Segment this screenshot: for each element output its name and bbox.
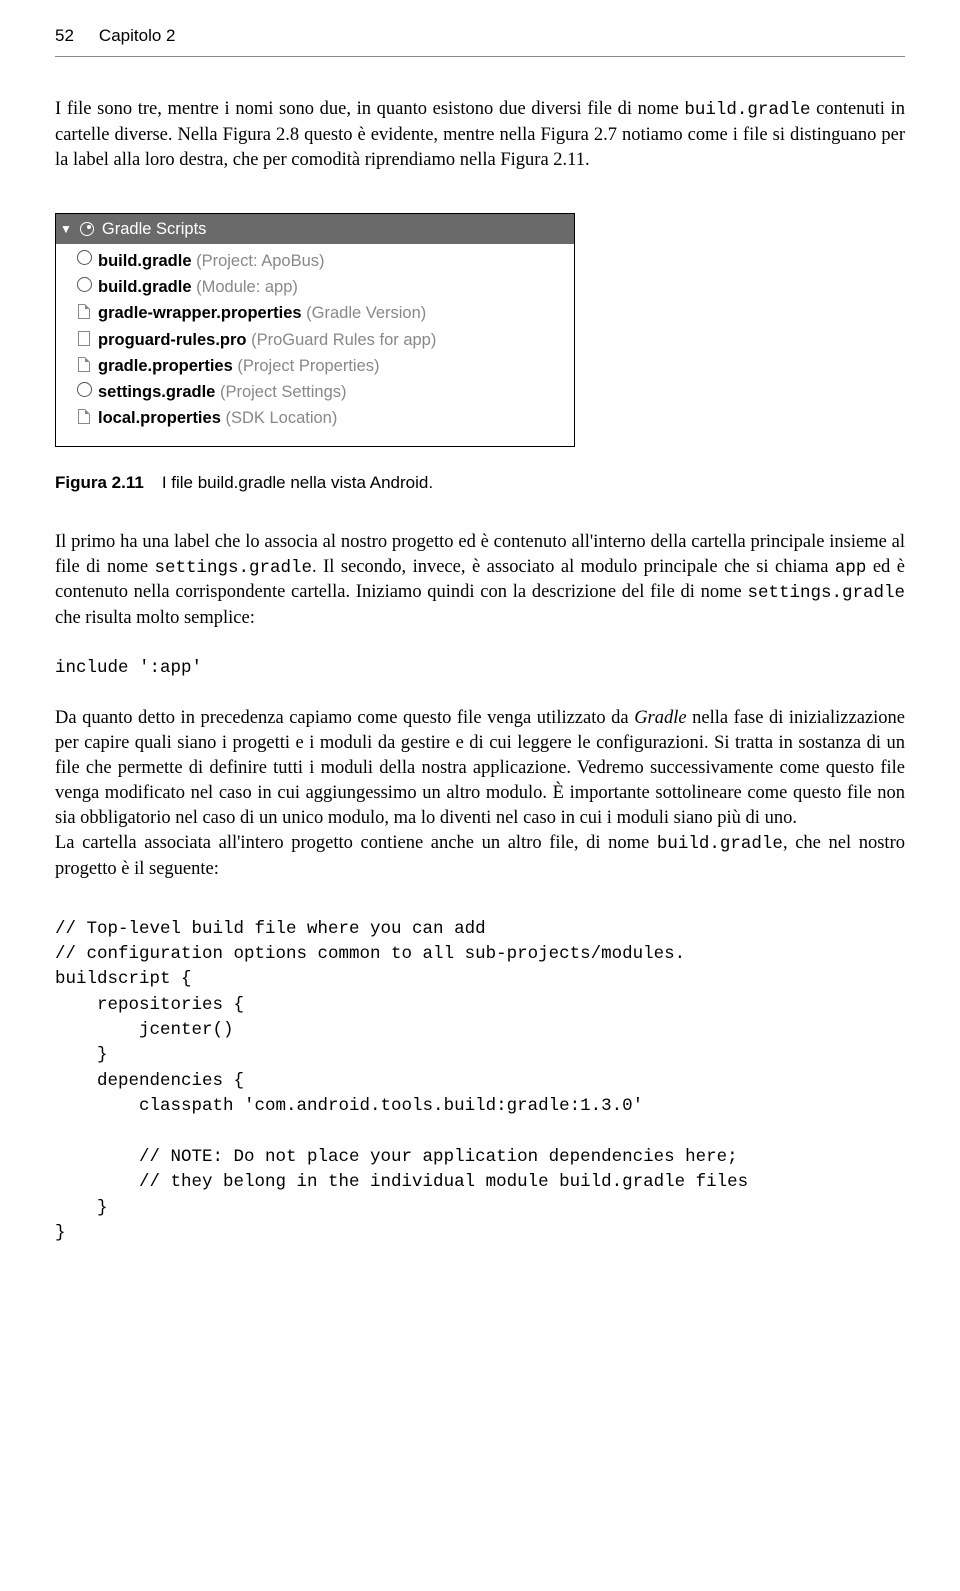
file-scope: (Project Properties) xyxy=(233,357,380,375)
properties-file-icon xyxy=(78,304,90,319)
list-item[interactable]: settings.gradle (Project Settings) xyxy=(56,379,574,405)
list-item[interactable]: proguard-rules.pro (ProGuard Rules for a… xyxy=(56,327,574,353)
code-block-include: include ':app' xyxy=(55,656,905,681)
page-number: 52 xyxy=(55,25,74,48)
file-scope: (Gradle Version) xyxy=(302,304,427,322)
gradle-file-icon xyxy=(76,250,92,266)
properties-file-icon xyxy=(78,409,90,424)
file-name: build.gradle xyxy=(98,252,192,270)
paragraph-2: Il primo ha una label che lo associa al … xyxy=(55,530,905,631)
paragraph-3: Da quanto detto in precedenza capiamo co… xyxy=(55,706,905,831)
file-name: proguard-rules.pro xyxy=(98,331,247,349)
chapter-label: Capitolo 2 xyxy=(99,25,176,48)
list-item[interactable]: gradle.properties (Project Properties) xyxy=(56,353,574,379)
figure-number: Figura 2.11 xyxy=(55,473,144,492)
gradle-file-icon xyxy=(76,276,92,292)
list-item[interactable]: local.properties (SDK Location) xyxy=(56,405,574,431)
text-file-icon xyxy=(78,331,90,346)
gradle-scripts-list: build.gradle (Project: ApoBus) build.gra… xyxy=(56,244,574,446)
gradle-scripts-header[interactable]: ▼ Gradle Scripts xyxy=(56,214,574,244)
paragraph-4: La cartella associata all'intero progett… xyxy=(55,831,905,882)
figure-211: ▼ Gradle Scripts build.gradle (Project: … xyxy=(55,213,905,447)
file-name: gradle-wrapper.properties xyxy=(98,304,302,322)
text: Da quanto detto in precedenza capiamo co… xyxy=(55,708,634,728)
file-scope: (Project: ApoBus) xyxy=(192,252,325,270)
text: La cartella associata all'intero progett… xyxy=(55,833,657,853)
inline-code: build.gradle xyxy=(657,834,783,854)
file-scope: (Project Settings) xyxy=(215,383,346,401)
paragraph-1: I file sono tre, mentre i nomi sono due,… xyxy=(55,97,905,173)
disclosure-triangle-icon: ▼ xyxy=(60,221,72,237)
gradle-scripts-panel: ▼ Gradle Scripts build.gradle (Project: … xyxy=(55,213,575,447)
gradle-icon xyxy=(80,222,94,236)
text: . Il secondo, invece, è associato al mod… xyxy=(312,557,835,577)
text: I file sono tre, mentre i nomi sono due,… xyxy=(55,99,684,119)
figure-caption: Figura 2.11 I file build.gradle nella vis… xyxy=(55,472,905,495)
list-item[interactable]: gradle-wrapper.properties (Gradle Versio… xyxy=(56,300,574,326)
code-block-buildscript: // Top-level build file where you can ad… xyxy=(55,917,905,1247)
file-scope: (Module: app) xyxy=(192,278,298,296)
inline-code: settings.gradle xyxy=(155,558,313,578)
file-name: gradle.properties xyxy=(98,357,233,375)
running-header: 52 Capitolo 2 xyxy=(55,25,905,57)
list-item[interactable]: build.gradle (Module: app) xyxy=(56,274,574,300)
page: 52 Capitolo 2 I file sono tre, mentre i … xyxy=(0,0,960,1301)
inline-code: app xyxy=(835,558,867,578)
text: che risulta molto semplice: xyxy=(55,608,255,628)
file-name: local.properties xyxy=(98,409,221,427)
file-name: settings.gradle xyxy=(98,383,215,401)
figure-caption-text: I file build.gradle nella vista Android. xyxy=(162,473,433,492)
inline-code: build.gradle xyxy=(684,100,810,120)
gradle-file-icon xyxy=(76,381,92,397)
file-scope: (SDK Location) xyxy=(221,409,337,427)
file-scope: (ProGuard Rules for app) xyxy=(247,331,437,349)
list-item[interactable]: build.gradle (Project: ApoBus) xyxy=(56,248,574,274)
file-name: build.gradle xyxy=(98,278,192,296)
panel-title: Gradle Scripts xyxy=(102,218,207,240)
emphasis: Gradle xyxy=(634,708,686,728)
properties-file-icon xyxy=(78,357,90,372)
inline-code: settings.gradle xyxy=(747,583,905,603)
